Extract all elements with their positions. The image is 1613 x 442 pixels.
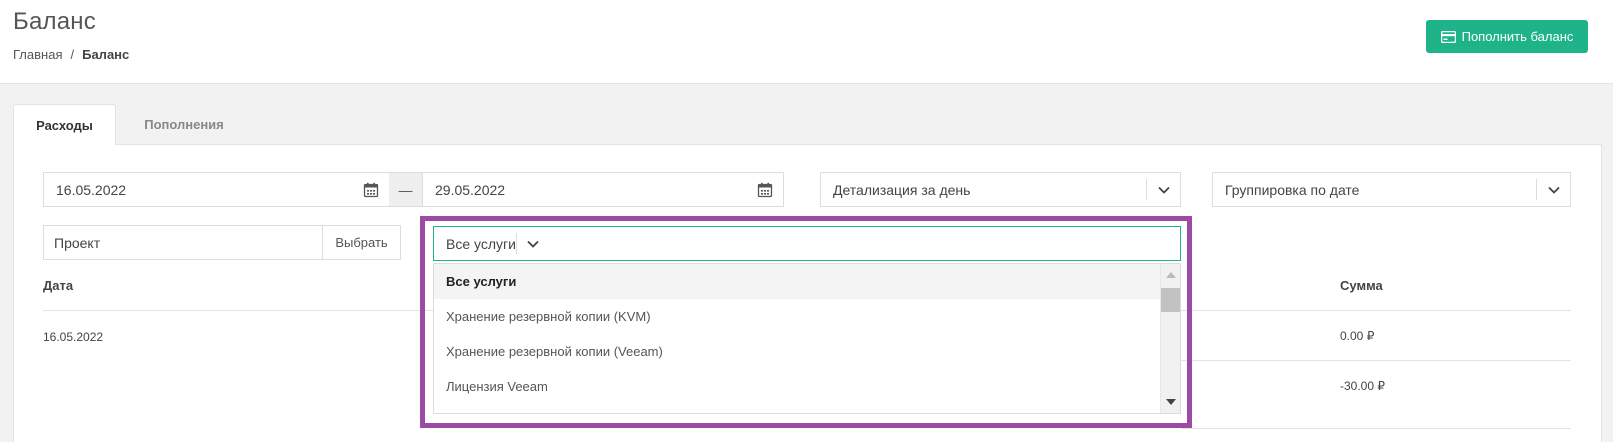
breadcrumb: Главная / Баланс bbox=[13, 47, 129, 62]
project-placeholder: Проект bbox=[54, 234, 101, 251]
breadcrumb-separator: / bbox=[70, 47, 75, 62]
group-select-value: Группировка по дате bbox=[1225, 181, 1360, 198]
detail-select[interactable]: Детализация за день bbox=[820, 172, 1181, 207]
page-header: Баланс Главная / Баланс Пополнить баланс bbox=[0, 0, 1613, 84]
topup-balance-label: Пополнить баланс bbox=[1461, 29, 1574, 44]
tab-expenses[interactable]: Расходы bbox=[13, 104, 116, 145]
date-range-separator: — bbox=[389, 172, 422, 207]
table-row-sum: -30.00 ₽ bbox=[1340, 379, 1385, 393]
breadcrumb-current: Баланс bbox=[82, 47, 130, 62]
credit-card-icon bbox=[1440, 30, 1456, 43]
breadcrumb-home[interactable]: Главная bbox=[13, 47, 62, 62]
chevron-down-icon[interactable] bbox=[1536, 179, 1570, 200]
column-header-sum: Сумма bbox=[1340, 278, 1383, 293]
dropdown-option[interactable]: Хранение резервной копии (Veeam) bbox=[434, 334, 1162, 369]
topup-balance-button[interactable]: Пополнить баланс bbox=[1426, 20, 1588, 53]
detail-select-value: Детализация за день bbox=[833, 181, 971, 198]
table-row-date: 16.05.2022 bbox=[43, 330, 104, 344]
chevron-down-icon[interactable] bbox=[515, 233, 550, 254]
choose-project-button[interactable]: Выбрать bbox=[322, 225, 401, 260]
column-header-date: Дата bbox=[43, 278, 74, 293]
dropdown-option[interactable]: Все услуги bbox=[434, 264, 1162, 299]
date-from-field[interactable]: 16.05.2022 bbox=[43, 172, 390, 207]
table-row-divider bbox=[1181, 428, 1571, 429]
dropdown-option[interactable]: Хранение резервной копии (KVM) bbox=[434, 299, 1162, 334]
dropdown-scrollbar[interactable] bbox=[1160, 264, 1180, 413]
table-row-sum: 0.00 ₽ bbox=[1340, 329, 1375, 343]
table-row-divider bbox=[1181, 360, 1571, 361]
scroll-down-arrow-icon[interactable] bbox=[1161, 393, 1180, 411]
date-from-value: 16.05.2022 bbox=[56, 181, 127, 198]
tab-topups[interactable]: Пополнения bbox=[120, 104, 248, 144]
page-title: Баланс bbox=[13, 8, 96, 35]
group-select[interactable]: Группировка по дате bbox=[1212, 172, 1571, 207]
services-select[interactable]: Все услуги bbox=[433, 226, 1181, 261]
chevron-down-icon[interactable] bbox=[1146, 179, 1180, 200]
scrollbar-thumb[interactable] bbox=[1161, 288, 1180, 312]
scroll-up-arrow-icon[interactable] bbox=[1161, 266, 1180, 284]
calendar-icon[interactable] bbox=[363, 182, 379, 198]
services-select-value: Все услуги bbox=[446, 235, 516, 252]
dropdown-option[interactable]: Лицензия Veeam bbox=[434, 369, 1162, 404]
date-to-field[interactable]: 29.05.2022 bbox=[422, 172, 784, 207]
services-dropdown-list: Все услуги Хранение резервной копии (KVM… bbox=[433, 263, 1181, 414]
project-input[interactable]: Проект bbox=[43, 225, 323, 260]
calendar-icon[interactable] bbox=[757, 182, 773, 198]
date-to-value: 29.05.2022 bbox=[435, 181, 506, 198]
